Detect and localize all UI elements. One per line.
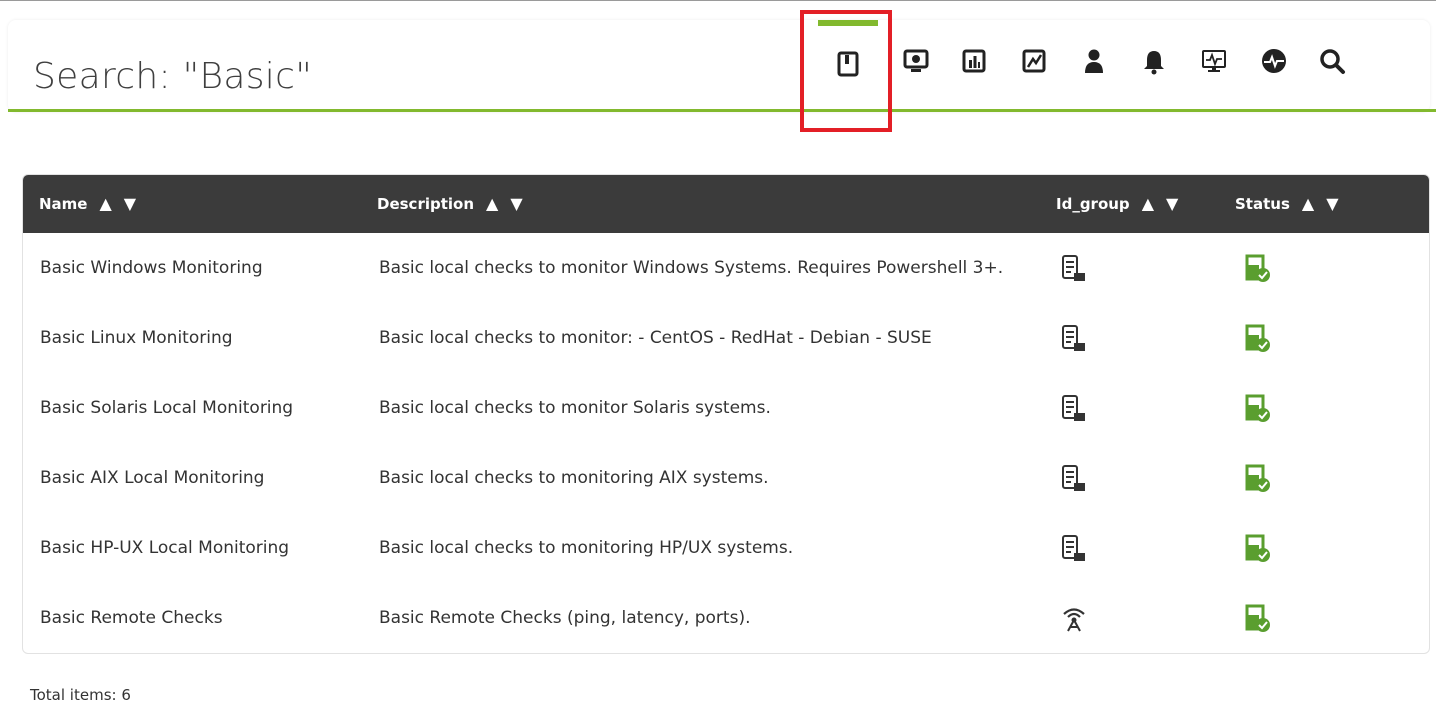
header-name-label: Name bbox=[39, 195, 88, 213]
graph-icon[interactable] bbox=[1004, 20, 1064, 112]
row-description: Basic local checks to monitoring HP/UX s… bbox=[379, 538, 794, 558]
status-ok-icon bbox=[1245, 443, 1271, 513]
sort-up-icon[interactable]: ▲ bbox=[99, 196, 111, 212]
sort-up-icon[interactable]: ▲ bbox=[1302, 196, 1314, 212]
header-id-group-label: Id_group bbox=[1056, 195, 1130, 213]
row-name[interactable]: Basic Remote Checks bbox=[40, 583, 223, 653]
sort-up-icon[interactable]: ▲ bbox=[1142, 196, 1154, 212]
server-icon bbox=[1061, 233, 1087, 303]
alert-icon[interactable] bbox=[1124, 20, 1184, 112]
search-icon[interactable] bbox=[1302, 20, 1362, 112]
status-ok-icon bbox=[1245, 233, 1271, 303]
monitor-icon[interactable] bbox=[1184, 20, 1244, 112]
total-items: Total items: 6 bbox=[30, 686, 131, 704]
server-icon bbox=[1061, 303, 1087, 373]
table-row: Basic Linux Monitoring Basic local check… bbox=[23, 303, 1429, 373]
status-ok-icon bbox=[1245, 583, 1271, 653]
sort-down-icon[interactable]: ▼ bbox=[1326, 196, 1338, 212]
status-ok-icon bbox=[1245, 303, 1271, 373]
status-ok-icon bbox=[1245, 513, 1271, 583]
table-row: Basic AIX Local Monitoring Basic local c… bbox=[23, 443, 1429, 513]
row-description: Basic local checks to monitor Solaris sy… bbox=[379, 398, 771, 418]
status-ok-icon bbox=[1245, 373, 1271, 443]
row-name[interactable]: Basic Linux Monitoring bbox=[40, 303, 233, 373]
header-id-group: Id_group ▲ ▼ bbox=[1056, 175, 1178, 233]
table-row: Basic Solaris Local Monitoring Basic loc… bbox=[23, 373, 1429, 443]
header-description: Description ▲ ▼ bbox=[377, 175, 523, 233]
row-description: Basic Remote Checks (ping, latency, port… bbox=[379, 608, 751, 628]
row-name[interactable]: Basic Windows Monitoring bbox=[40, 233, 263, 303]
sort-down-icon[interactable]: ▼ bbox=[510, 196, 522, 212]
report-icon[interactable] bbox=[944, 20, 1004, 112]
page-title: Search: "Basic" bbox=[33, 56, 313, 97]
table-row: Basic Remote Checks Basic Remote Checks … bbox=[23, 583, 1429, 653]
row-description: Basic local checks to monitoring AIX sys… bbox=[379, 468, 769, 488]
server-icon bbox=[1061, 373, 1087, 443]
header-name: Name ▲ ▼ bbox=[39, 175, 136, 233]
header-description-label: Description bbox=[377, 195, 475, 213]
row-name[interactable]: Basic Solaris Local Monitoring bbox=[40, 373, 293, 443]
sort-up-icon[interactable]: ▲ bbox=[486, 196, 498, 212]
header-status-label: Status bbox=[1235, 195, 1290, 213]
antenna-icon bbox=[1061, 583, 1087, 653]
row-description: Basic local checks to monitor: - CentOS … bbox=[379, 328, 932, 348]
server-icon bbox=[1061, 443, 1087, 513]
row-name[interactable]: Basic HP-UX Local Monitoring bbox=[40, 513, 289, 583]
highlight-box bbox=[800, 10, 892, 132]
sort-down-icon[interactable]: ▼ bbox=[124, 196, 136, 212]
header-status: Status ▲ ▼ bbox=[1235, 175, 1339, 233]
sort-down-icon[interactable]: ▼ bbox=[1166, 196, 1178, 212]
agent-icon[interactable] bbox=[886, 20, 946, 112]
table-row: Basic HP-UX Local Monitoring Basic local… bbox=[23, 513, 1429, 583]
table-header: Name ▲ ▼ Description ▲ ▼ Id_group ▲ ▼ St… bbox=[23, 175, 1429, 233]
results-table: Name ▲ ▼ Description ▲ ▼ Id_group ▲ ▼ St… bbox=[22, 174, 1430, 654]
server-icon bbox=[1061, 513, 1087, 583]
table-row: Basic Windows Monitoring Basic local che… bbox=[23, 233, 1429, 303]
top-border bbox=[0, 0, 1436, 12]
module-icon[interactable] bbox=[1244, 20, 1304, 112]
user-icon[interactable] bbox=[1064, 20, 1124, 112]
row-name[interactable]: Basic AIX Local Monitoring bbox=[40, 443, 264, 513]
row-description: Basic local checks to monitor Windows Sy… bbox=[379, 258, 1004, 278]
